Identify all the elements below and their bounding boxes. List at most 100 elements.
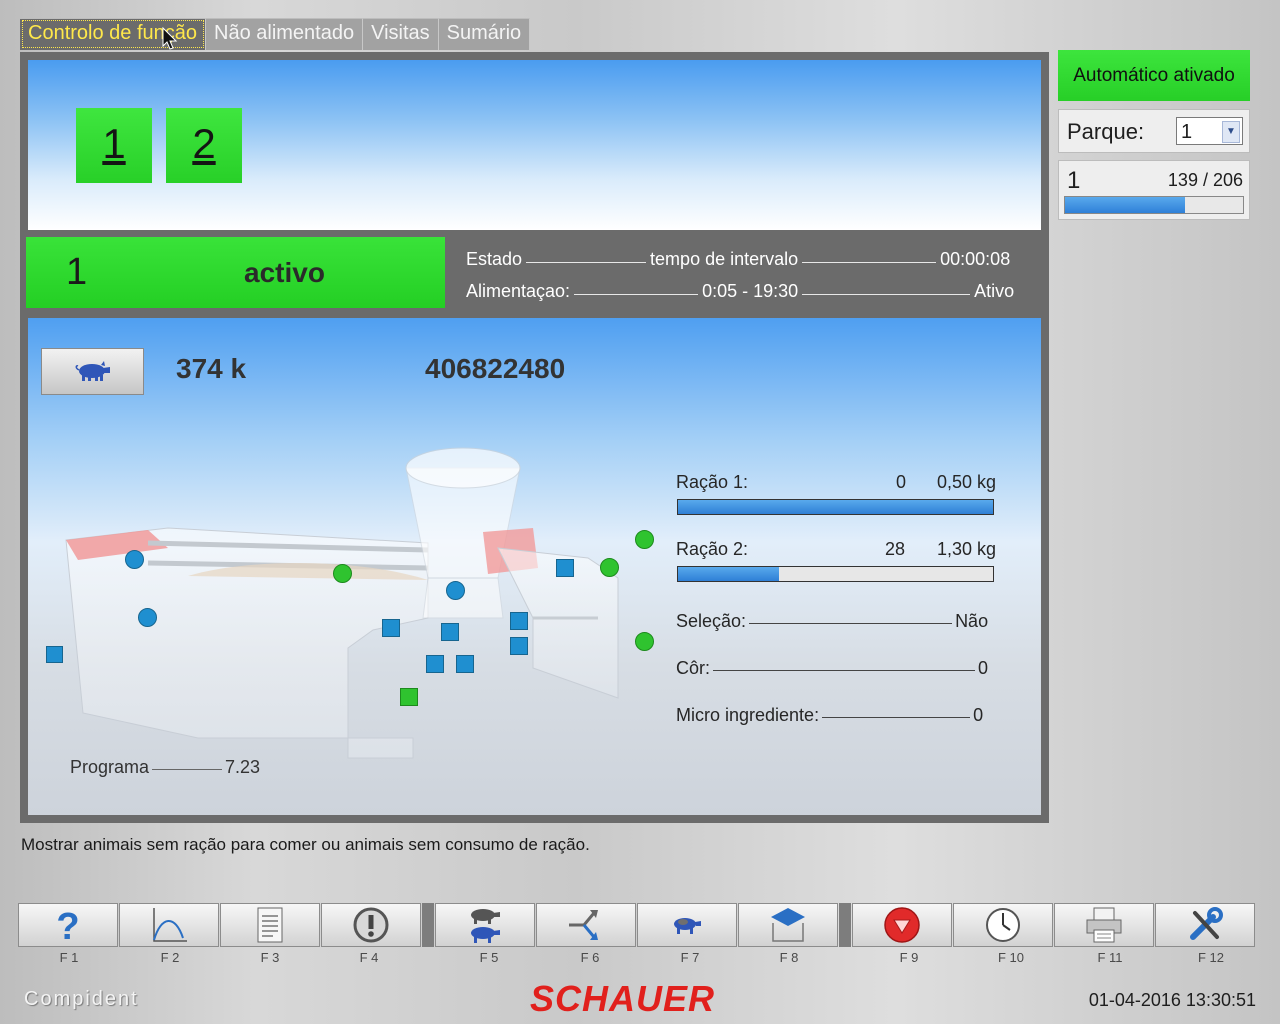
counter-progress-bar [1064,196,1244,214]
sensor-marker [382,619,400,637]
micro-ingrediente-row: Micro ingrediente: 0 [676,705,983,726]
schauer-logo: SCHAUER [530,978,716,1019]
ration-1-amount: 0,50 kg [936,472,996,492]
pigs-icon [471,909,500,943]
programa-value: 7.23 [225,757,261,777]
feeder-icon [771,908,805,942]
ration-1-row: Ração 1: 0 0,50 kg [676,472,996,493]
f2-button[interactable] [119,903,219,947]
estado-row: Estado tempo de intervalo 00:00:08 [466,249,1010,270]
cor-value: 0 [978,658,989,678]
programa-row: Programa 7.23 [70,757,260,778]
clock-icon [986,908,1020,942]
cor-label: Côr: [676,658,711,678]
tab-bar: Controlo de função Não alimentado Visita… [20,18,531,50]
f2-label: F 2 [160,950,180,965]
automatic-mode-button[interactable]: Automático ativado [1058,50,1250,101]
alimentacao-row: Alimentaçao: 0:05 - 19:30 Ativo [466,281,1014,302]
f5-label: F 5 [479,950,499,965]
stop-icon [884,907,920,943]
f8-button[interactable] [738,903,838,947]
f4-button[interactable] [321,903,421,947]
f7-label: F 7 [680,950,700,965]
f3-button[interactable] [220,903,320,947]
ration-2-amount: 1,30 kg [936,539,996,559]
curve-chart-icon [153,908,187,942]
f1-button[interactable]: ? [18,903,118,947]
f9-button[interactable] [852,903,952,947]
unit-button-1[interactable]: 1 [76,108,152,183]
date-time: 01-04-2016 13:30:51 [1088,990,1256,1010]
interval-label: tempo de intervalo [650,249,799,269]
f3-label: F 3 [260,950,280,965]
help-text: Mostrar animais sem ração para comer ou … [21,835,590,854]
f11-label: F 11 [1097,950,1123,965]
tools-icon [1190,907,1223,940]
chevron-down-icon[interactable]: ▼ [1222,121,1240,143]
selecao-value: Não [955,611,989,631]
f1-label: F 1 [59,950,79,965]
separator [839,903,851,947]
sensor-marker [441,623,459,641]
sensor-marker [333,564,352,583]
tab-nao-alimentado[interactable]: Não alimentado [206,18,364,50]
ration-2-count: 28 [885,539,906,559]
sensor-marker [600,558,619,577]
ration-2-row: Ração 2: 28 1,30 kg [676,539,996,560]
programa-label: Programa [70,757,150,777]
sensor-marker [510,637,528,655]
sensor-marker [446,581,465,600]
animal-button[interactable] [41,348,144,395]
f10-button[interactable] [953,903,1053,947]
f11-button[interactable] [1054,903,1154,947]
tab-sumario[interactable]: Sumário [438,18,531,50]
f8-label: F 8 [779,950,799,965]
interval-value: 00:00:08 [940,249,1011,269]
estado-label: Estado [466,249,523,269]
parque-select[interactable]: 1 ▼ [1176,117,1243,145]
split-arrow-icon [569,910,598,940]
counter-progress-fill [1065,197,1186,213]
counter-label: 1 [1067,167,1081,194]
cor-row: Côr: 0 [676,658,988,679]
svg-text:?: ? [56,907,79,943]
parque-label: Parque: [1067,119,1145,144]
sensor-marker [125,550,144,569]
printer-icon [1086,907,1122,943]
ration-1-count: 0 [896,472,907,492]
f7-button[interactable] [637,903,737,947]
station-number: 1 [66,251,88,293]
f10-label: F 10 [997,950,1024,965]
alimentacao-state: Ativo [974,281,1015,301]
alimentacao-label: Alimentaçao: [466,281,571,301]
f5-button[interactable] [435,903,535,947]
mouse-cursor-icon [162,27,178,50]
selecao-label: Seleção: [676,611,747,631]
tab-visitas[interactable]: Visitas [363,18,439,50]
ration-1-progress-fill [678,500,993,514]
compident-brand: Compident [24,988,139,1010]
station-state: activo [244,257,325,288]
tab-controlo-de-funcao[interactable]: Controlo de função [20,18,207,50]
sensor-marker [635,530,654,549]
function-key-bar: ? [18,903,1260,949]
f9-label: F 9 [899,950,919,965]
counter-value: 139 / 206 [1167,170,1243,190]
pig-icon [75,361,110,381]
alimentacao-time: 0:05 - 19:30 [702,281,799,301]
unit-button-2[interactable]: 2 [166,108,242,183]
f6-button[interactable] [536,903,636,947]
ration-1-label: Ração 1: [676,472,749,492]
ration-1-progress-bar [677,499,994,515]
sensor-marker [456,655,474,673]
sensor-marker [635,632,654,651]
animal-counter: 1 139 / 206 [1058,160,1250,220]
separator [422,903,434,947]
f12-label: F 12 [1197,950,1224,965]
selecao-row: Seleção: Não [676,611,988,632]
sensor-marker [426,655,444,673]
ration-2-progress-bar [677,566,994,582]
animal-weight: 374 k [176,353,247,384]
f12-button[interactable] [1155,903,1255,947]
sensor-marker [510,612,528,630]
